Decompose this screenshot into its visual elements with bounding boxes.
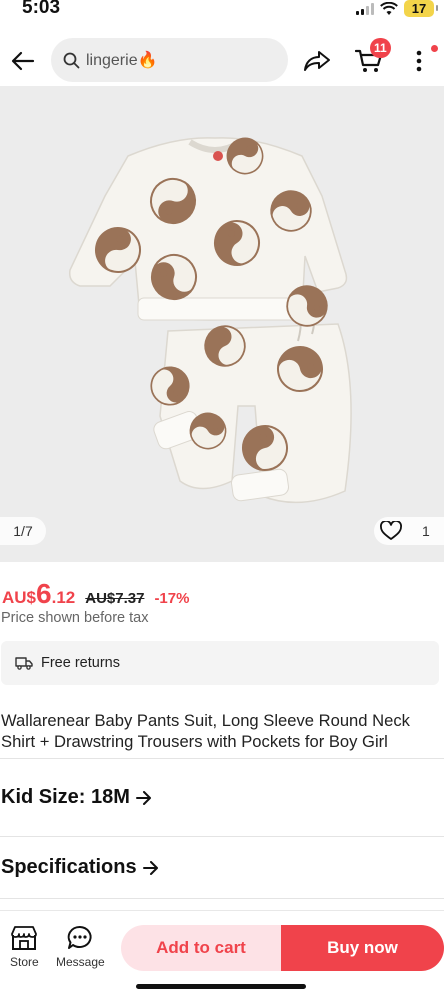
like-button[interactable]: 1: [374, 517, 444, 545]
message-icon: [68, 925, 92, 949]
message-button[interactable]: Message: [56, 925, 105, 969]
battery-icon: 17: [404, 0, 438, 17]
arrow-right-icon: [135, 790, 151, 805]
image-counter: 1/7: [0, 517, 46, 545]
message-label: Message: [56, 955, 105, 969]
status-bar: 5:03 17: [0, 0, 444, 22]
price-decimal: .12: [51, 588, 76, 607]
status-time: 5:03: [22, 0, 61, 18]
divider: [0, 898, 444, 899]
share-button[interactable]: [300, 44, 334, 78]
wifi-icon: [380, 1, 398, 15]
delivery-truck-icon: [15, 657, 33, 670]
add-to-cart-button[interactable]: Add to cart: [121, 925, 281, 971]
status-icons: 17: [356, 0, 438, 17]
store-button[interactable]: Store: [10, 925, 39, 969]
product-image-gallery[interactable]: [0, 86, 444, 562]
store-icon: [11, 926, 38, 950]
specifications-label: Specifications: [1, 856, 137, 878]
free-returns-label: Free returns: [41, 655, 120, 671]
price-integer: 6: [36, 578, 52, 609]
arrow-right-icon: [142, 860, 158, 875]
like-count: 1: [422, 523, 430, 539]
product-image: [68, 131, 352, 504]
cellular-signal-icon: [356, 2, 374, 15]
divider: [0, 836, 444, 837]
original-price: AU$7.37: [85, 590, 145, 607]
free-returns-banner[interactable]: Free returns: [1, 641, 439, 685]
size-selector-row[interactable]: Kid Size: 18M: [1, 786, 152, 809]
cart-count-badge: 11: [370, 38, 391, 58]
divider: [0, 758, 444, 759]
notification-dot: [431, 45, 438, 52]
product-title: Wallarenear Baby Pants Suit, Long Sleeve…: [1, 711, 410, 751]
store-label: Store: [10, 955, 39, 969]
price-row: AU$ 6 .12 AU$7.37 -17%: [2, 578, 189, 610]
size-label: Kid Size: 18M: [1, 786, 130, 808]
back-arrow-icon: [11, 51, 35, 71]
share-icon: [304, 51, 330, 71]
discount-badge: -17%: [154, 590, 190, 607]
more-vert-icon: [416, 50, 422, 72]
search-bar[interactable]: lingerie🔥: [51, 38, 288, 82]
back-button[interactable]: [6, 44, 40, 78]
more-options-button[interactable]: [404, 44, 434, 78]
heart-icon: [380, 521, 402, 540]
tax-note: Price shown before tax: [1, 610, 149, 626]
search-icon: [63, 52, 80, 68]
specifications-row[interactable]: Specifications: [1, 856, 159, 879]
buy-now-button[interactable]: Buy now: [281, 925, 444, 971]
price-currency: AU$: [2, 588, 37, 607]
search-query-text: lingerie🔥: [86, 52, 158, 69]
home-indicator: [136, 984, 306, 989]
